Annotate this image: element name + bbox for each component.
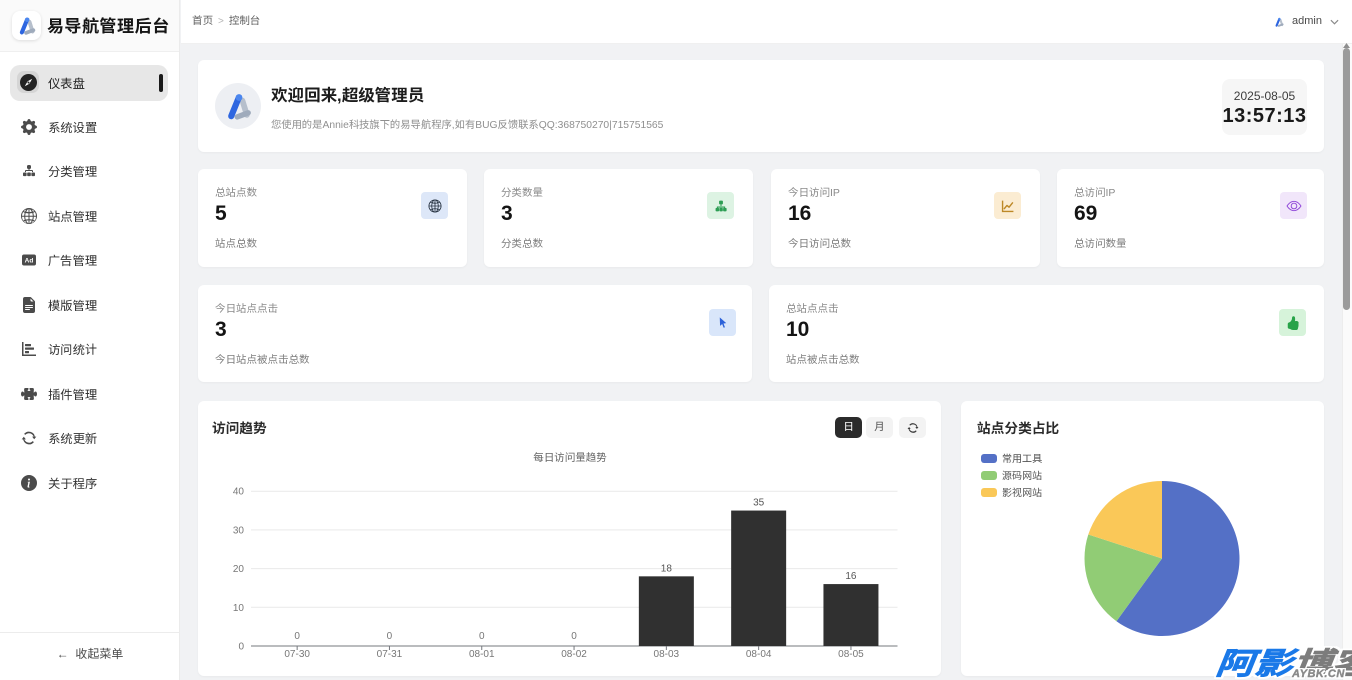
svg-text:08-03: 08-03	[654, 649, 680, 660]
svg-text:0: 0	[387, 631, 393, 642]
svg-text:35: 35	[753, 498, 765, 509]
svg-text:16: 16	[845, 571, 857, 582]
svg-text:Ad: Ad	[25, 258, 34, 265]
svg-text:10: 10	[233, 603, 245, 614]
svg-text:07-30: 07-30	[284, 649, 310, 660]
svg-text:08-05: 08-05	[838, 649, 864, 660]
svg-text:20: 20	[233, 564, 245, 575]
svg-text:08-01: 08-01	[469, 649, 495, 660]
svg-text:40: 40	[233, 487, 245, 498]
svg-text:0: 0	[294, 631, 300, 642]
svg-text:08-02: 08-02	[561, 649, 587, 660]
svg-text:30: 30	[233, 525, 245, 536]
svg-text:08-04: 08-04	[746, 649, 772, 660]
svg-text:0: 0	[238, 642, 244, 653]
svg-text:07-31: 07-31	[377, 649, 403, 660]
svg-text:0: 0	[571, 631, 577, 642]
svg-text:每日访问量趋势: 每日访问量趋势	[533, 452, 607, 464]
svg-text:0: 0	[479, 631, 485, 642]
svg-text:18: 18	[661, 563, 673, 574]
